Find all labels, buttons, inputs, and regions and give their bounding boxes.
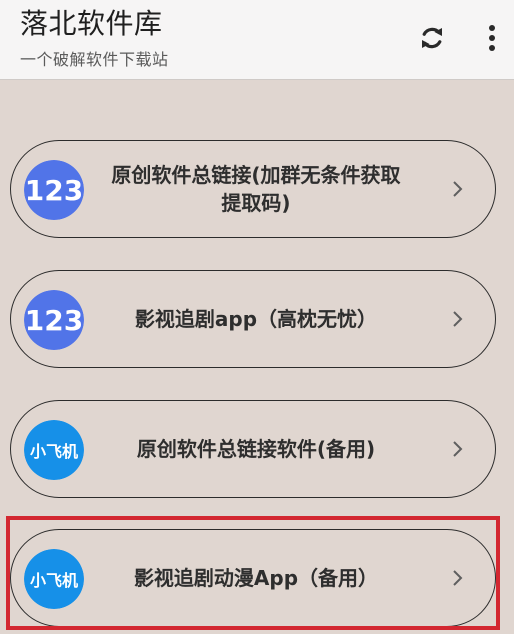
list-item-movie-tv-app[interactable]: 123 影视追剧app（高枕无忧） bbox=[10, 270, 496, 368]
app-title: 落北软件库 bbox=[20, 7, 163, 40]
app-123-icon: 123 bbox=[24, 290, 84, 350]
refresh-button[interactable] bbox=[412, 18, 452, 58]
app-123-icon-text: 123 bbox=[25, 174, 83, 207]
more-options-button[interactable] bbox=[472, 18, 512, 58]
list-item-original-software-backup[interactable]: 小飞机 原创软件总链接软件(备用) bbox=[10, 400, 496, 498]
more-vertical-icon bbox=[489, 25, 495, 51]
list-item-movie-anime-backup[interactable]: 小飞机 影视追剧动漫App（备用） bbox=[10, 529, 496, 627]
app-header: 落北软件库 一个破解软件下载站 bbox=[0, 0, 514, 80]
xiaofeiji-icon: 小飞机 bbox=[24, 549, 84, 609]
xiaofeiji-icon-text: 小飞机 bbox=[30, 571, 78, 590]
list-item-original-software-link[interactable]: 123 原创软件总链接(加群无条件获取提取码) bbox=[10, 140, 496, 238]
chevron-right-icon bbox=[453, 311, 463, 327]
list-item-label: 影视追剧app（高枕无忧） bbox=[134, 306, 378, 331]
chevron-right-icon bbox=[453, 570, 463, 586]
chevron-right-icon bbox=[453, 441, 463, 457]
app-subtitle: 一个破解软件下载站 bbox=[20, 50, 169, 69]
list-item-label: 原创软件总链接软件(备用) bbox=[136, 436, 376, 461]
app-123-icon-text: 123 bbox=[25, 304, 83, 337]
refresh-icon bbox=[422, 27, 442, 49]
app-123-icon: 123 bbox=[24, 160, 84, 220]
xiaofeiji-icon-text: 小飞机 bbox=[30, 442, 78, 461]
list-item-label: 原创软件总链接(加群无条件获取提取码) bbox=[111, 162, 401, 215]
chevron-right-icon bbox=[453, 181, 463, 197]
xiaofeiji-icon: 小飞机 bbox=[24, 420, 84, 480]
list-item-label: 影视追剧动漫App（备用） bbox=[133, 565, 379, 590]
